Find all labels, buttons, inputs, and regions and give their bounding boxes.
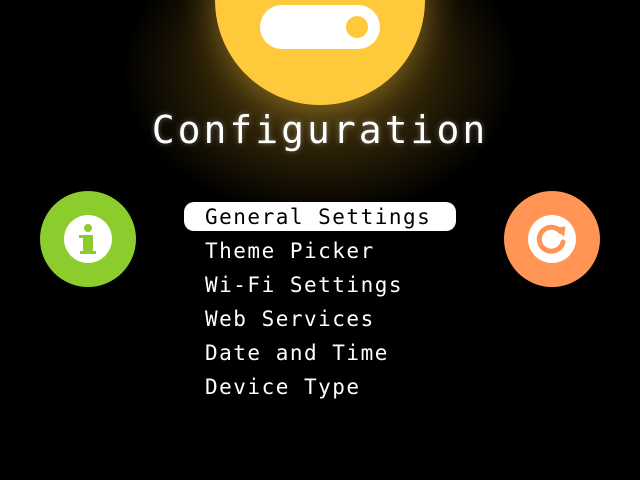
menu-item-general-settings[interactable]: General Settings bbox=[184, 202, 456, 236]
menu-item-theme-picker[interactable]: Theme Picker bbox=[184, 236, 456, 270]
info-icon-dot bbox=[84, 224, 92, 232]
toggle-knob bbox=[346, 16, 368, 38]
settings-menu: General Settings Theme Picker Wi-Fi Sett… bbox=[184, 202, 456, 406]
info-icon bbox=[64, 215, 112, 263]
menu-item-label: General Settings bbox=[205, 205, 432, 229]
info-button[interactable] bbox=[40, 191, 136, 287]
menu-item-wifi-settings[interactable]: Wi-Fi Settings bbox=[184, 270, 456, 304]
menu-item-web-services[interactable]: Web Services bbox=[184, 304, 456, 338]
refresh-arrow bbox=[536, 224, 566, 254]
page-title: Configuration bbox=[151, 108, 489, 152]
menu-item-device-type[interactable]: Device Type bbox=[184, 372, 456, 406]
menu-item-label: Web Services bbox=[205, 307, 375, 331]
refresh-icon bbox=[528, 215, 576, 263]
toggle-switch-icon bbox=[260, 5, 380, 49]
configuration-screen: Configuration General Settings Theme Pic… bbox=[0, 0, 640, 480]
menu-item-label: Theme Picker bbox=[205, 239, 375, 263]
menu-item-label: Device Type bbox=[205, 375, 361, 399]
info-icon-stem bbox=[79, 235, 96, 254]
menu-item-date-and-time[interactable]: Date and Time bbox=[184, 338, 456, 372]
menu-item-label: Date and Time bbox=[205, 341, 389, 365]
menu-item-label: Wi-Fi Settings bbox=[205, 273, 404, 297]
refresh-button[interactable] bbox=[504, 191, 600, 287]
